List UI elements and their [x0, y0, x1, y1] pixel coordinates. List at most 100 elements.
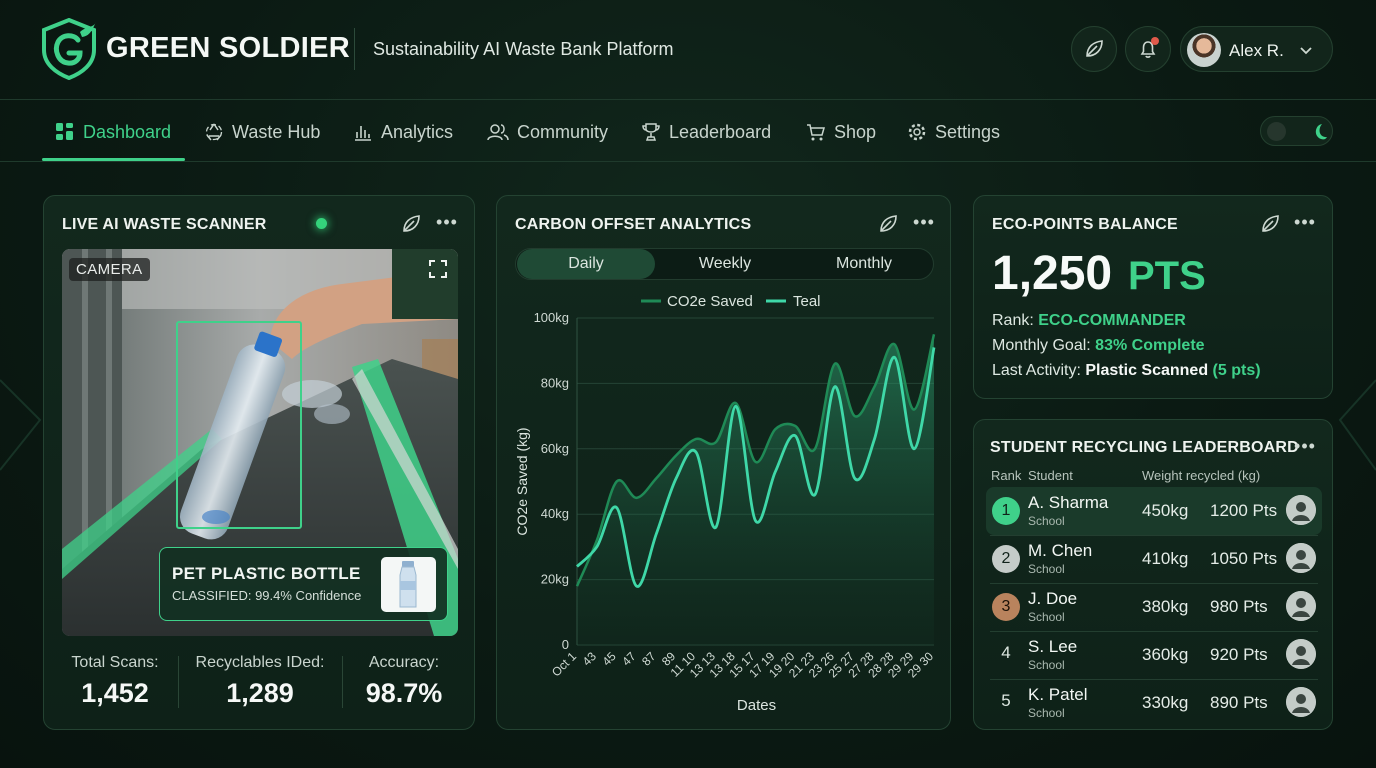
scanner-card: LIVE AI WASTE SCANNER ••• CAMERA PET PLA…: [43, 195, 475, 730]
series-area: [577, 334, 934, 645]
rank-badge: 5: [1001, 691, 1011, 710]
student-school: School: [1028, 658, 1065, 672]
nav-settings[interactable]: Settings: [907, 120, 1000, 144]
eco-mode-button[interactable]: [1071, 26, 1117, 72]
nav-label: Settings: [935, 121, 1001, 142]
leaderboard-row[interactable]: 3 J. Doe School 380kg 980 Pts: [986, 583, 1322, 631]
gear-icon: [908, 123, 926, 141]
nav-waste-hub[interactable]: Waste Hub: [204, 120, 320, 144]
header-weight: Weight recycled (kg): [1142, 468, 1261, 483]
eco-points-card: ECO-POINTS BALANCE ••• 1,250 PTS Rank: E…: [973, 195, 1333, 399]
student-school: School: [1028, 514, 1065, 528]
student-avatar: [1286, 495, 1316, 525]
goal-label: Monthly Goal:: [992, 337, 1091, 354]
nav-analytics[interactable]: Analytics: [353, 120, 453, 144]
nav-label: Community: [517, 121, 609, 142]
student-avatar: [1286, 639, 1316, 669]
weight-recycled: 410kg: [1142, 549, 1189, 568]
activity-points: (5 pts): [1212, 362, 1261, 379]
student-name: M. Chen: [1028, 541, 1093, 560]
stat-label: Accuracy:: [368, 654, 440, 671]
student-school: School: [1028, 562, 1065, 576]
student-avatar: [1286, 543, 1316, 573]
grid-icon: [56, 123, 73, 140]
nav-label: Dashboard: [83, 121, 172, 142]
notification-dot: [1151, 37, 1159, 45]
goal-value: 83% Complete: [1095, 337, 1205, 354]
bottle-icon: [399, 561, 417, 608]
stat-value: 1,289: [226, 678, 294, 708]
leaderboard-row[interactable]: 4 S. Lee School 360kg 920 Pts: [986, 631, 1322, 679]
leaderboard-row[interactable]: 2 M. Chen School 410kg 1050 Pts: [986, 535, 1322, 583]
users-icon: [487, 124, 509, 141]
platform-tagline: Sustainability AI Waste Bank Platform: [373, 39, 674, 59]
legend-label: Teal: [793, 293, 821, 310]
theme-toggle[interactable]: [1260, 116, 1333, 146]
y-axis-label: CO2e Saved (kg): [514, 427, 530, 535]
y-tick-label: 40kg: [541, 506, 569, 521]
y-tick-label: 80kg: [541, 375, 569, 390]
leaf-icon[interactable]: [1259, 213, 1281, 235]
trophy-icon: [642, 123, 660, 141]
points-title: ECO-POINTS BALANCE: [992, 216, 1178, 233]
activity-value: Plastic Scanned: [1085, 362, 1209, 379]
carbon-analytics-card: CARBON OFFSET ANALYTICS ••• Daily Weekly…: [496, 195, 951, 730]
leaf-icon[interactable]: [400, 213, 422, 235]
x-tick-label: 43: [580, 649, 600, 669]
nav-leaderboard[interactable]: Leaderboard: [641, 120, 771, 144]
nav-label: Shop: [834, 121, 877, 142]
scanner-title: LIVE AI WASTE SCANNER: [62, 216, 267, 233]
row-divider: [990, 631, 1318, 632]
leaderboard-row[interactable]: 5 K. Patel School 330kg 890 Pts: [986, 679, 1322, 727]
classification-label: PET PLASTIC BOTTLE: [172, 564, 361, 583]
more-options-icon[interactable]: •••: [436, 213, 458, 238]
y-tick-label: 60kg: [541, 441, 569, 456]
weight-recycled: 360kg: [1142, 645, 1189, 664]
cart-icon: [807, 124, 825, 141]
rank-badge: 4: [1001, 643, 1011, 662]
weight-recycled: 450kg: [1142, 501, 1189, 520]
points-value: 1,250: [992, 247, 1113, 300]
fullscreen-icon[interactable]: [428, 259, 448, 279]
row-divider: [990, 535, 1318, 536]
student-points: 1050 Pts: [1210, 549, 1278, 568]
nav-label: Analytics: [381, 121, 454, 142]
goal-line: Monthly Goal: 83% Complete: [992, 337, 1205, 355]
stat-label: Recyclables IDed:: [195, 654, 325, 671]
student-name: A. Sharma: [1028, 493, 1109, 512]
nav-dashboard[interactable]: Dashboard: [55, 120, 171, 144]
stat-value: 1,452: [81, 678, 149, 708]
moon-icon: [1315, 124, 1327, 140]
user-avatar: [1187, 33, 1221, 67]
weight-recycled: 330kg: [1142, 693, 1189, 712]
active-tab-indicator: [42, 158, 185, 161]
nav-shop[interactable]: Shop: [806, 120, 876, 144]
more-options-icon[interactable]: •••: [1294, 437, 1316, 462]
activity-label: Last Activity:: [992, 362, 1081, 379]
nav-community[interactable]: Community: [487, 120, 608, 144]
student-points: 920 Pts: [1210, 645, 1268, 664]
notifications-button[interactable]: [1125, 26, 1171, 72]
stat-label: Total Scans:: [71, 654, 159, 671]
rank-value: ECO-COMMANDER: [1038, 312, 1186, 329]
legend-label: CO2e Saved: [667, 293, 753, 310]
student-avatar: [1286, 687, 1316, 717]
camera-feed: CAMERA PET PLASTIC BOTTLE CLASSIFIED: 99…: [62, 249, 458, 636]
rank-badge: 2: [992, 545, 1020, 573]
student-avatar: [1286, 591, 1316, 621]
more-options-icon[interactable]: •••: [1294, 213, 1316, 238]
student-name: K. Patel: [1028, 685, 1088, 704]
nav-label: Waste Hub: [232, 121, 321, 142]
rank-line: Rank: ECO-COMMANDER: [992, 312, 1186, 330]
user-menu[interactable]: Alex R.: [1180, 26, 1333, 72]
student-name: J. Doe: [1028, 589, 1078, 608]
y-tick-label: 20kg: [541, 572, 569, 587]
activity-line: Last Activity: Plastic Scanned (5 pts): [992, 362, 1261, 380]
leaderboard-row[interactable]: 1 A. Sharma School 450kg 1200 Pts: [986, 487, 1322, 535]
total-scans-stat: Total Scans: 1,452: [62, 654, 168, 709]
row-divider: [990, 583, 1318, 584]
accuracy-stat: Accuracy: 98.7%: [350, 654, 458, 709]
student-points: 980 Pts: [1210, 597, 1268, 616]
carbon-chart: 020kg40kg60kg80kg100kgCO2e Saved TealOct …: [514, 293, 936, 714]
x-axis-label: Dates: [737, 697, 776, 714]
